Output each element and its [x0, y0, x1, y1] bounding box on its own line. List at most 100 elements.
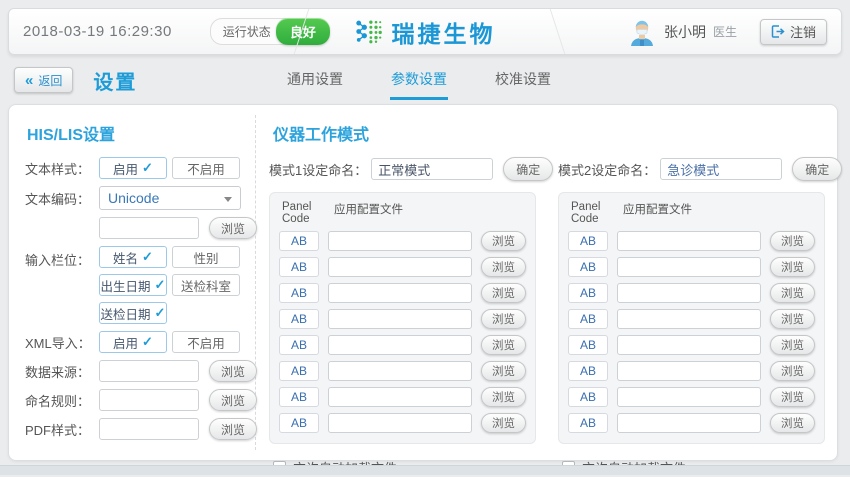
config-file-input[interactable]: [617, 387, 761, 407]
config-row: AB 浏览: [568, 387, 815, 407]
nav-row: « 返回 设置 通用设置 参数设置 校准设置: [8, 60, 842, 100]
config-browse-button[interactable]: 浏览: [770, 231, 815, 251]
panel-code-box[interactable]: AB: [279, 413, 319, 433]
config-browse-button[interactable]: 浏览: [481, 309, 526, 329]
pdf-style-browse-button[interactable]: 浏览: [209, 418, 257, 440]
panel-code-box[interactable]: AB: [279, 283, 319, 303]
panel-code-box[interactable]: AB: [568, 231, 608, 251]
config-row: AB 浏览: [279, 283, 526, 303]
field-birthdate-button[interactable]: 出生日期 ✓: [99, 274, 167, 296]
config-browse-button[interactable]: 浏览: [770, 335, 815, 355]
xml-import-label: XML导入：: [25, 333, 99, 352]
config-browse-button[interactable]: 浏览: [481, 413, 526, 433]
panel-code-box[interactable]: AB: [568, 387, 608, 407]
config-file-input[interactable]: [617, 335, 761, 355]
config-file-input[interactable]: [617, 257, 761, 277]
tab-calibration-settings[interactable]: 校准设置: [494, 69, 552, 100]
mode1-name-input[interactable]: [371, 158, 493, 180]
naming-rule-input[interactable]: [99, 389, 199, 411]
mode2-column: 模式2设定命名： 确定 Panel Code 应用配置文件 AB 浏览: [558, 157, 825, 477]
xml-disable-button[interactable]: 不启用: [172, 331, 240, 353]
config-browse-button[interactable]: 浏览: [481, 387, 526, 407]
work-mode-section: 仪器工作模式 模式1设定命名： 确定 Panel Code 应用配置文件 AB: [269, 119, 825, 477]
config-file-input[interactable]: [328, 335, 472, 355]
pdf-style-input[interactable]: [99, 418, 199, 440]
encoding-file-input[interactable]: [99, 217, 199, 239]
user-area: 张小明 医生 注销: [629, 18, 841, 46]
text-style-enable-button[interactable]: 启用 ✓: [99, 157, 167, 179]
config-file-input[interactable]: [328, 361, 472, 381]
config-file-input[interactable]: [617, 231, 761, 251]
tab-general-settings[interactable]: 通用设置: [286, 69, 344, 100]
xml-enable-button[interactable]: 启用 ✓: [99, 331, 167, 353]
config-browse-button[interactable]: 浏览: [481, 361, 526, 381]
field-name-button[interactable]: 姓名 ✓: [99, 246, 167, 268]
panel-code-box[interactable]: AB: [568, 309, 608, 329]
config-browse-button[interactable]: 浏览: [481, 257, 526, 277]
logout-icon: [771, 25, 785, 38]
mode2-confirm-button[interactable]: 确定: [792, 157, 842, 181]
config-file-input[interactable]: [328, 413, 472, 433]
text-encoding-select[interactable]: Unicode: [99, 186, 241, 210]
mode2-name-input[interactable]: [660, 158, 782, 180]
back-label: 返回: [38, 72, 62, 89]
config-browse-button[interactable]: 浏览: [481, 231, 526, 251]
config-file-input[interactable]: [328, 231, 472, 251]
config-file-input[interactable]: [328, 283, 472, 303]
back-button[interactable]: « 返回: [14, 67, 73, 93]
panel-code-box[interactable]: AB: [568, 283, 608, 303]
text-style-disable-button[interactable]: 不启用: [172, 157, 240, 179]
field-department-button[interactable]: 送检科室: [172, 274, 240, 296]
config-browse-button[interactable]: 浏览: [770, 361, 815, 381]
config-browse-button[interactable]: 浏览: [770, 387, 815, 407]
config-browse-button[interactable]: 浏览: [481, 283, 526, 303]
config-file-input[interactable]: [328, 309, 472, 329]
field-label: 送检日期: [101, 304, 151, 323]
data-source-row: 数据来源： 浏览: [25, 360, 249, 382]
config-row: AB 浏览: [568, 231, 815, 251]
tab-parameter-settings[interactable]: 参数设置: [390, 69, 448, 100]
config-file-input[interactable]: [617, 309, 761, 329]
panel-code-box[interactable]: AB: [568, 335, 608, 355]
config-file-input[interactable]: [617, 413, 761, 433]
config-row: AB 浏览: [279, 257, 526, 277]
config-file-input[interactable]: [328, 387, 472, 407]
doctor-avatar-icon: [629, 18, 655, 46]
field-gender-button[interactable]: 性别: [172, 246, 240, 268]
config-row: AB 浏览: [279, 231, 526, 251]
his-lis-section: HIS/LIS设置 文本样式： 启用 ✓ 不启用 文本编码： Unicode 浏…: [25, 119, 249, 447]
panel-code-box[interactable]: AB: [279, 257, 319, 277]
config-browse-button[interactable]: 浏览: [770, 283, 815, 303]
field-label: 姓名: [113, 248, 138, 267]
disable-label: 不启用: [187, 333, 225, 352]
top-header: 2018-03-19 16:29:30 运行状态 良好 瑞捷: [8, 8, 842, 55]
panel-code-box[interactable]: AB: [279, 335, 319, 355]
panel-code-box[interactable]: AB: [568, 257, 608, 277]
config-browse-button[interactable]: 浏览: [770, 413, 815, 433]
input-fields-row: 输入栏位： 姓名 ✓ 性别 出生日期 ✓: [25, 246, 249, 324]
config-browse-button[interactable]: 浏览: [770, 309, 815, 329]
data-source-input[interactable]: [99, 360, 199, 382]
config-row: AB 浏览: [568, 309, 815, 329]
field-testdate-button[interactable]: 送检日期 ✓: [99, 302, 167, 324]
panel-code-box[interactable]: AB: [279, 361, 319, 381]
panel-code-box[interactable]: AB: [279, 231, 319, 251]
panel-code-box[interactable]: AB: [568, 361, 608, 381]
mode1-confirm-button[interactable]: 确定: [503, 157, 553, 181]
panel-code-box[interactable]: AB: [279, 309, 319, 329]
config-file-input[interactable]: [617, 283, 761, 303]
encoding-browse-button[interactable]: 浏览: [209, 217, 257, 239]
panel-code-box[interactable]: AB: [279, 387, 319, 407]
logout-button[interactable]: 注销: [760, 19, 827, 45]
config-file-input[interactable]: [328, 257, 472, 277]
config-file-input[interactable]: [617, 361, 761, 381]
his-lis-title: HIS/LIS设置: [27, 121, 249, 145]
user-name: 张小明: [664, 22, 706, 42]
config-file-header: 应用配置文件: [623, 201, 692, 225]
panel-code-box[interactable]: AB: [568, 413, 608, 433]
panel-code-header: Panel Code: [282, 201, 334, 225]
data-source-browse-button[interactable]: 浏览: [209, 360, 257, 382]
config-browse-button[interactable]: 浏览: [481, 335, 526, 355]
config-browse-button[interactable]: 浏览: [770, 257, 815, 277]
naming-rule-browse-button[interactable]: 浏览: [209, 389, 257, 411]
